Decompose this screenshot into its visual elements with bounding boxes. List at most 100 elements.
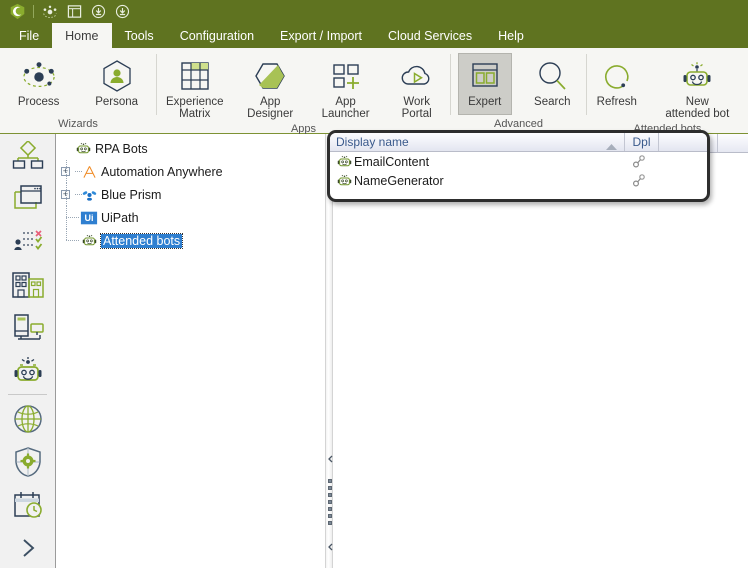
tree-node-attended-bots[interactable]: Attended bots xyxy=(57,229,325,252)
expand-chevron-icon[interactable] xyxy=(0,526,55,569)
tree-node-label: Automation Anywhere xyxy=(101,164,223,179)
robot-bot-icon xyxy=(80,234,98,248)
tree-connector-line xyxy=(65,160,67,183)
splitter-grip-dot xyxy=(328,500,332,504)
work-portal-icon xyxy=(399,56,435,96)
ribbon-button-experience-matrix[interactable]: Experience Matrix xyxy=(157,53,233,123)
process-quick-icon[interactable] xyxy=(38,2,62,21)
tree-connector-stub xyxy=(66,217,80,218)
ribbon-button-work-portal[interactable]: Work Portal xyxy=(383,53,450,123)
organization-buildings-icon[interactable] xyxy=(0,263,55,306)
popup-column-dpl[interactable]: Dpl xyxy=(625,133,659,151)
popup-column-display-name[interactable]: Display name xyxy=(330,133,625,151)
download-quick-icon-2[interactable] xyxy=(110,2,134,21)
menu-item-help[interactable]: Help xyxy=(485,23,537,48)
ribbon-group-label: Wizards xyxy=(58,118,98,130)
popup-column-extra[interactable] xyxy=(659,133,707,151)
splitter-grip-dot xyxy=(328,493,332,497)
left-icon-rail xyxy=(0,134,56,568)
tree-node-automation-anywhere[interactable]: + Automation Anywhere xyxy=(57,160,325,183)
new-attended-bot-icon xyxy=(679,56,715,96)
splitter-collapse-down-icon[interactable] xyxy=(326,542,334,551)
deployment-icon xyxy=(632,155,646,171)
process-hierarchy-icon[interactable] xyxy=(0,134,55,177)
ribbon-button-app-designer[interactable]: App Designer xyxy=(233,53,308,123)
tree-node-uipath[interactable]: Ui UiPath xyxy=(57,206,325,229)
ribbon-button-expert[interactable]: Expert xyxy=(457,53,512,115)
ribbon-button-app-launcher[interactable]: App Launcher xyxy=(308,53,384,123)
robot-bot-icon xyxy=(334,174,354,188)
ribbon-button-label: Persona xyxy=(95,96,139,108)
grid-column-extra-2[interactable] xyxy=(718,134,748,152)
popup-list-item-label: NameGenerator xyxy=(354,173,444,188)
ribbon-group-wizards: Process Persona Wizards xyxy=(0,48,156,133)
globe-web-icon[interactable] xyxy=(0,397,55,440)
ribbon-button-label: Experience Matrix xyxy=(166,96,224,120)
ribbon-button-process[interactable]: Process xyxy=(11,53,67,111)
menu-item-home[interactable]: Home xyxy=(52,23,112,48)
ribbon-button-label: Refresh xyxy=(596,96,637,108)
device-desktop-icon[interactable] xyxy=(0,306,55,349)
tree-node-label: UiPath xyxy=(101,210,139,225)
menu-item-export-import[interactable]: Export / Import xyxy=(267,23,375,48)
ribbon-button-label: Search xyxy=(534,96,571,108)
tree-connector-stub xyxy=(75,194,82,195)
popup-list-item[interactable]: NameGenerator xyxy=(330,171,707,190)
titlebar-divider xyxy=(33,5,34,18)
splitter-grip-dot xyxy=(328,507,332,511)
ribbon-toolbar: Process Persona Wizards Experience Matri… xyxy=(0,48,748,135)
splitter-grip-dot xyxy=(328,514,332,518)
splitter-collapse-up-icon[interactable] xyxy=(326,454,334,463)
uipath-icon: Ui xyxy=(80,211,98,225)
tree-connector-stub xyxy=(66,240,80,241)
popup-column-label: Display name xyxy=(336,135,409,149)
menu-item-cloud-services[interactable]: Cloud Services xyxy=(375,23,485,48)
tree-node-label: RPA Bots xyxy=(95,141,148,156)
blue-prism-icon xyxy=(80,188,98,202)
download-quick-icon-1[interactable] xyxy=(86,2,110,21)
menu-item-configuration[interactable]: Configuration xyxy=(167,23,267,48)
menu-item-file[interactable]: File xyxy=(6,23,52,48)
popup-list-item[interactable]: EmailContent xyxy=(330,152,707,171)
popup-column-label: Dpl xyxy=(632,135,651,149)
splitter-grip-dot xyxy=(328,521,332,525)
ribbon-button-search[interactable]: Search xyxy=(525,53,579,111)
experience-matrix-icon xyxy=(179,56,211,96)
process-icon xyxy=(20,56,58,96)
popup-header-row: Display name Dpl xyxy=(330,133,707,152)
ribbon-button-new-attended-bot[interactable]: New attended bot xyxy=(649,53,745,123)
main-menu-bar: File Home Tools Configuration Export / I… xyxy=(0,23,748,48)
application-window: File Home Tools Configuration Export / I… xyxy=(0,0,748,568)
expert-icon xyxy=(470,56,500,96)
bot-tree-panel: RPA Bots + Automation Anywhere + xyxy=(57,134,325,568)
tree-node-label: Blue Prism xyxy=(101,187,162,202)
ribbon-group-attended-bots: Refresh New attended bot Attended bots xyxy=(587,48,748,135)
ribbon-button-label: Work Portal xyxy=(401,96,432,120)
ribbon-button-refresh[interactable]: Refresh xyxy=(590,53,644,111)
ribbon-button-persona[interactable]: Persona xyxy=(88,53,145,111)
sort-ascending-icon xyxy=(606,139,617,153)
title-bar xyxy=(0,0,748,23)
ribbon-button-label: App Launcher xyxy=(321,96,370,120)
app-logo-icon[interactable] xyxy=(5,2,29,21)
calendar-clock-icon[interactable] xyxy=(0,483,55,526)
application-window-icon[interactable] xyxy=(0,177,55,220)
user-tasks-icon[interactable] xyxy=(0,220,55,263)
tree-connector-line xyxy=(65,183,67,206)
search-icon xyxy=(536,56,568,96)
attended-bots-popup: Display name Dpl EmailContent NameGenera… xyxy=(327,130,710,202)
ribbon-group-advanced: Expert Search Advanced xyxy=(451,48,586,133)
splitter-grip-dot xyxy=(328,486,332,490)
menu-item-tools[interactable]: Tools xyxy=(112,23,167,48)
ribbon-button-label: New attended bot xyxy=(665,96,730,120)
tree-node-label: Attended bots xyxy=(99,232,184,249)
robot-bot-icon xyxy=(74,142,92,156)
shield-settings-icon[interactable] xyxy=(0,440,55,483)
window-quick-icon[interactable] xyxy=(62,2,86,21)
rail-divider xyxy=(8,394,47,395)
robot-bot-icon[interactable] xyxy=(0,349,55,392)
popup-list-item-label: EmailContent xyxy=(354,154,430,169)
tree-node-blue-prism[interactable]: + Blue Prism xyxy=(57,183,325,206)
tree-node-rpa-bots[interactable]: RPA Bots xyxy=(57,137,325,160)
persona-icon xyxy=(100,56,134,96)
